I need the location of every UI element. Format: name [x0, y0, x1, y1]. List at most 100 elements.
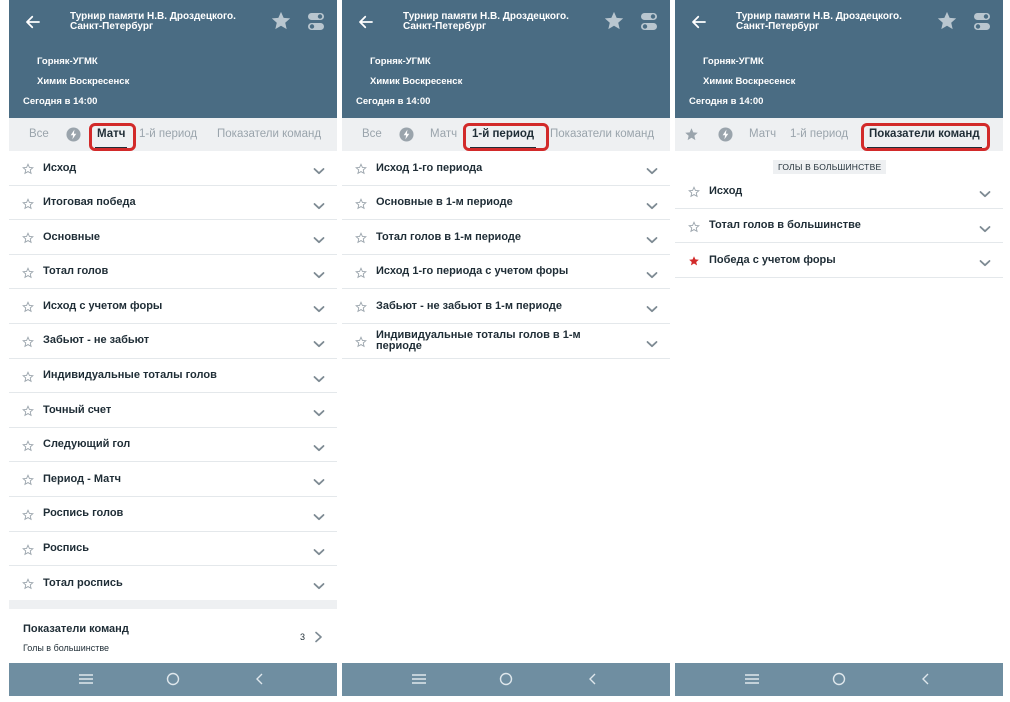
- nav-home-button[interactable]: [164, 671, 182, 687]
- tab-match[interactable]: Матч: [94, 118, 128, 151]
- star-outline-icon[interactable]: [22, 300, 34, 313]
- tab-period-1[interactable]: 1-й период: [790, 118, 848, 151]
- settings-toggle-button[interactable]: [973, 12, 991, 32]
- market-row[interactable]: Победа с учетом форы: [675, 243, 1003, 278]
- nav-back-button[interactable]: [584, 671, 602, 687]
- star-outline-icon[interactable]: [22, 508, 34, 521]
- market-row[interactable]: Индивидуальные тоталы голов: [9, 358, 337, 394]
- chevron-down-icon: [313, 440, 325, 451]
- settings-toggle-button[interactable]: [640, 12, 658, 32]
- star-outline-icon[interactable]: [22, 266, 34, 279]
- market-row[interactable]: Период - Матч: [9, 462, 337, 497]
- star-outline-icon[interactable]: [22, 162, 34, 175]
- market-row[interactable]: Тотал голов: [9, 254, 337, 290]
- team-away: Химик Воскресенск: [370, 76, 463, 87]
- tab-live[interactable]: [399, 127, 414, 142]
- star-outline-icon[interactable]: [22, 231, 34, 244]
- market-row[interactable]: Исход с учетом форы: [9, 289, 337, 324]
- star-outline-icon[interactable]: [22, 439, 34, 452]
- star-outline-icon[interactable]: [22, 404, 34, 417]
- event-header: Турнир памяти Н.В. Дроздецкого. Санкт-Пе…: [675, 0, 1003, 118]
- back-button[interactable]: [687, 10, 711, 34]
- tab-match[interactable]: Матч: [749, 118, 776, 151]
- favorite-button[interactable]: [936, 10, 958, 32]
- market-row[interactable]: Индивидуальные тоталы голов в 1-м период…: [342, 323, 670, 359]
- star-outline-icon[interactable]: [355, 335, 367, 348]
- tab-team-stats[interactable]: Показатели команд: [217, 118, 321, 151]
- chevron-down-icon: [313, 509, 325, 521]
- nav-back-button[interactable]: [251, 671, 269, 687]
- settings-toggle-button[interactable]: [307, 12, 325, 32]
- star-outline-icon[interactable]: [22, 197, 34, 209]
- arrow-left-icon: [359, 15, 373, 29]
- toggle-switch-icon: [974, 13, 990, 30]
- market-row[interactable]: Тотал голов в большинстве: [675, 208, 1003, 244]
- market-row[interactable]: Основные в 1-м периоде: [342, 185, 670, 221]
- market-row[interactable]: Основные: [9, 220, 337, 255]
- star-filled-icon[interactable]: [688, 254, 700, 266]
- market-row[interactable]: Тотал роспись: [9, 566, 337, 601]
- team-stats-count: 3: [300, 632, 306, 642]
- tab-team-stats[interactable]: Показатели команд: [867, 118, 982, 151]
- star-outline-icon[interactable]: [355, 231, 367, 244]
- market-row[interactable]: Исход 1-го периода: [342, 151, 670, 186]
- nav-menu-button[interactable]: [77, 671, 95, 687]
- back-button[interactable]: [21, 10, 45, 34]
- chevron-down-icon: [646, 163, 658, 175]
- event-header: Турнир памяти Н.В. Дроздецкого. Санкт-Пе…: [342, 0, 670, 118]
- star-outline-icon[interactable]: [22, 543, 34, 555]
- nav-menu-button[interactable]: [743, 671, 761, 687]
- star-outline-icon[interactable]: [688, 185, 700, 198]
- tab-team-stats[interactable]: Показатели команд: [550, 118, 654, 151]
- market-row[interactable]: Следующий гол: [9, 427, 337, 463]
- nav-home-button[interactable]: [830, 671, 848, 687]
- star-outline-icon[interactable]: [355, 266, 367, 279]
- star-outline-icon[interactable]: [355, 197, 367, 209]
- chevron-down-icon: [313, 405, 325, 417]
- market-label: Тотал голов: [43, 265, 109, 278]
- tab-all[interactable]: Все: [29, 118, 49, 151]
- tab-live[interactable]: [66, 127, 81, 142]
- star-icon: [271, 11, 291, 30]
- event-header: Турнир памяти Н.В. Дроздецкого. Санкт-Пе…: [9, 0, 337, 118]
- chevron-down-icon: [313, 267, 325, 278]
- back-triangle-icon: [589, 673, 596, 685]
- market-row[interactable]: Забьют - не забьют: [9, 323, 337, 359]
- back-button[interactable]: [354, 10, 378, 34]
- favorite-button[interactable]: [603, 10, 625, 32]
- tab-match[interactable]: Матч: [430, 118, 457, 151]
- star-outline-icon[interactable]: [355, 300, 367, 313]
- star-outline-icon[interactable]: [22, 577, 34, 590]
- tab-period-1[interactable]: 1-й период: [139, 118, 197, 151]
- chevron-down-icon: [646, 267, 658, 278]
- nav-home-button[interactable]: [497, 671, 515, 687]
- star-outline-icon[interactable]: [22, 335, 34, 348]
- tab-period-1[interactable]: 1-й период: [469, 118, 537, 151]
- market-row[interactable]: Исход 1-го периода с учетом форы: [342, 254, 670, 290]
- market-row[interactable]: Тотал голов в 1-м периоде: [342, 220, 670, 255]
- nav-menu-button[interactable]: [410, 671, 428, 687]
- market-list: Исход 1-го периода Основные в 1-м период…: [342, 151, 670, 359]
- team-away: Химик Воскресенск: [37, 76, 130, 87]
- tab-favorites[interactable]: [684, 127, 699, 142]
- market-row[interactable]: Роспись: [9, 531, 337, 567]
- market-row[interactable]: Точный счет: [9, 393, 337, 428]
- screen-period-1: Турнир памяти Н.В. Дроздецкого. Санкт-Пе…: [342, 0, 670, 696]
- market-row[interactable]: Роспись голов: [9, 496, 337, 532]
- market-row[interactable]: Исход: [675, 174, 1003, 209]
- tab-all[interactable]: Все: [362, 118, 382, 151]
- market-row[interactable]: Исход: [9, 151, 337, 186]
- chevron-down-icon: [313, 474, 325, 486]
- market-list: Исход Итоговая победа Основные Тотал гол…: [9, 151, 337, 601]
- star-outline-icon[interactable]: [22, 473, 34, 486]
- nav-back-button[interactable]: [917, 671, 935, 687]
- team-stats-link[interactable]: Показатели команд Голы в большинстве 3: [9, 609, 337, 661]
- chevron-down-icon: [313, 163, 325, 175]
- favorite-button[interactable]: [270, 10, 292, 32]
- star-outline-icon[interactable]: [355, 162, 367, 175]
- star-outline-icon[interactable]: [22, 370, 34, 382]
- tab-live[interactable]: [718, 127, 733, 142]
- star-outline-icon[interactable]: [688, 220, 700, 232]
- market-row[interactable]: Итоговая победа: [9, 185, 337, 221]
- market-row[interactable]: Забьют - не забьют в 1-м периоде: [342, 289, 670, 324]
